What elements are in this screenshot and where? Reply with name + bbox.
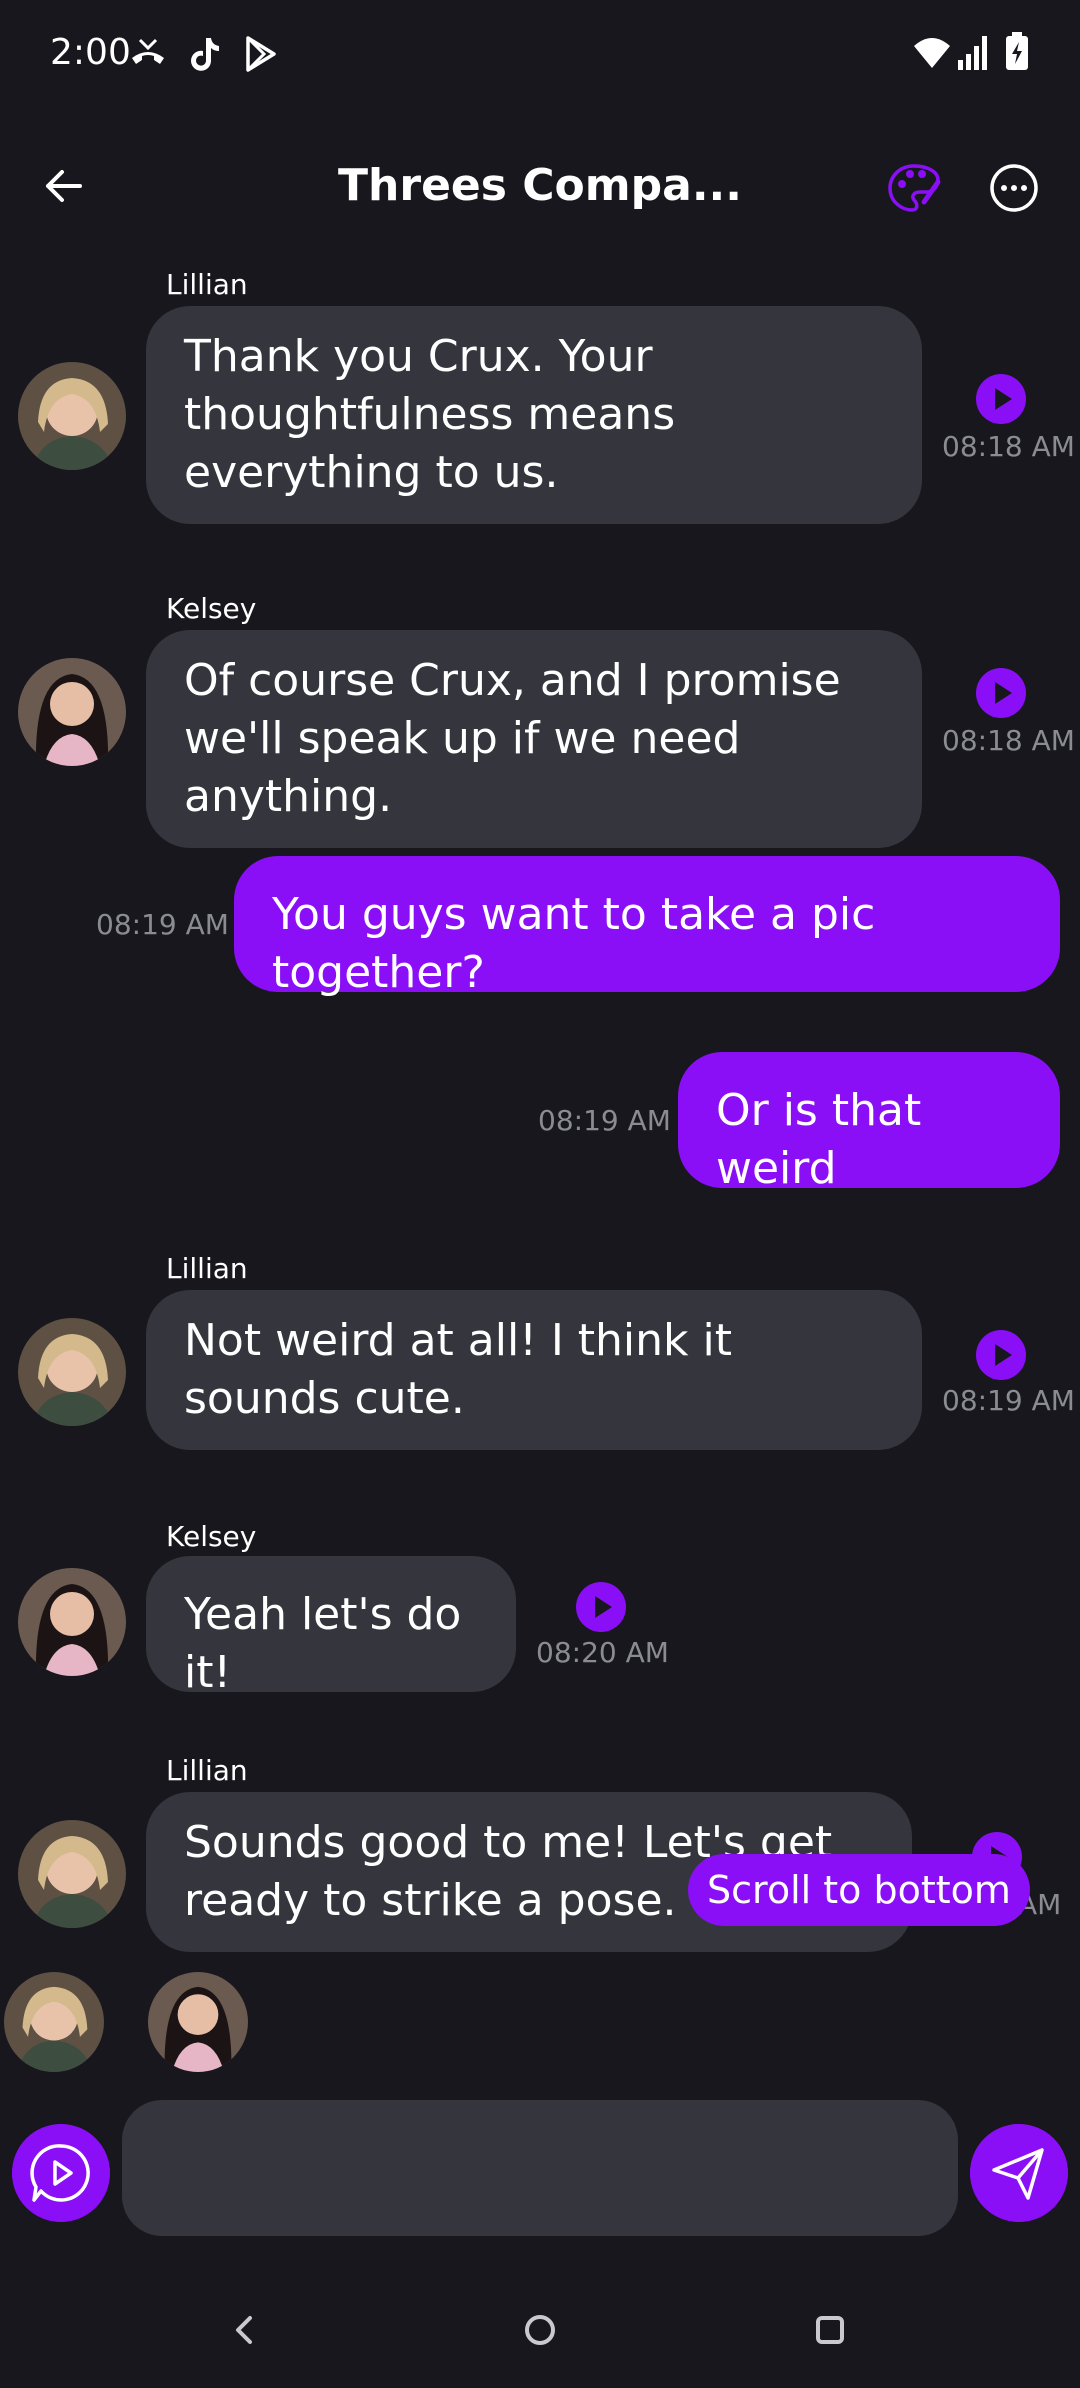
more-horizontal-icon[interactable] [984, 158, 1044, 218]
sender-name: Lillian [166, 1252, 248, 1285]
message-bubble-outgoing[interactable]: Or is that weird [678, 1052, 1060, 1194]
sender-name: Lillian [166, 1754, 248, 1787]
play-audio-icon[interactable] [976, 1330, 1026, 1380]
message-bubble[interactable]: Not weird at all! I think it sounds cute… [146, 1290, 922, 1450]
message-time: 08:19 AM [538, 1104, 671, 1137]
avatar-lillian[interactable] [18, 362, 126, 470]
message-time: 08:18 AM [942, 724, 1075, 757]
avatar-lillian [4, 1972, 104, 2072]
message-time: 08:19 AM [96, 908, 229, 941]
sender-name: Kelsey [166, 1520, 257, 1553]
send-icon[interactable] [970, 2124, 1068, 2222]
message-time: 08:19 AM [942, 1384, 1075, 1417]
signal-icon [958, 36, 987, 70]
avatar-kelsey [148, 1972, 248, 2072]
wifi-icon [914, 38, 950, 68]
scroll-to-bottom-button[interactable]: Scroll to bottom [688, 1854, 1030, 1926]
chat-screen: 2:00 Threes Compa... Lillian Thank you C… [0, 0, 1080, 2388]
nav-home-icon[interactable] [510, 2300, 570, 2360]
avatar-lillian[interactable] [18, 1820, 126, 1928]
message-input[interactable] [122, 2100, 958, 2236]
status-time: 2:00 [50, 32, 131, 73]
play-audio-icon[interactable] [976, 668, 1026, 718]
voice-message-icon[interactable] [12, 2124, 110, 2222]
status-bar: 2:00 [0, 0, 1080, 110]
sender-name: Lillian [166, 268, 248, 301]
missed-call-icon [132, 38, 164, 64]
message-bubble-outgoing[interactable]: You guys want to take a pic together? [234, 856, 1060, 998]
chat-header: Threes Compa... [0, 130, 1080, 250]
play-store-icon [246, 36, 276, 72]
avatar-kelsey[interactable] [18, 1568, 126, 1676]
message-time: 08:20 AM [536, 1636, 669, 1669]
arrow-left-icon[interactable] [36, 156, 96, 216]
system-nav-bar [0, 2270, 1080, 2388]
nav-recents-icon[interactable] [800, 2300, 860, 2360]
avatar-lillian[interactable] [18, 1318, 126, 1426]
avatar-kelsey[interactable] [18, 658, 126, 766]
play-audio-icon[interactable] [576, 1582, 626, 1632]
sender-name: Kelsey [166, 592, 257, 625]
tiktok-icon [191, 38, 219, 71]
palette-icon[interactable] [884, 158, 944, 218]
message-bubble[interactable]: Thank you Crux. Your thoughtfulness mean… [146, 306, 922, 524]
chat-title: Threes Compa... [338, 160, 742, 211]
nav-back-icon[interactable] [214, 2300, 274, 2360]
message-time: 08:18 AM [942, 430, 1075, 463]
play-audio-icon[interactable] [976, 374, 1026, 424]
battery-charging-icon [1006, 32, 1028, 70]
message-bubble[interactable]: Yeah let's do it! [146, 1556, 516, 1698]
message-bubble[interactable]: Of course Crux, and I promise we'll spea… [146, 630, 922, 848]
